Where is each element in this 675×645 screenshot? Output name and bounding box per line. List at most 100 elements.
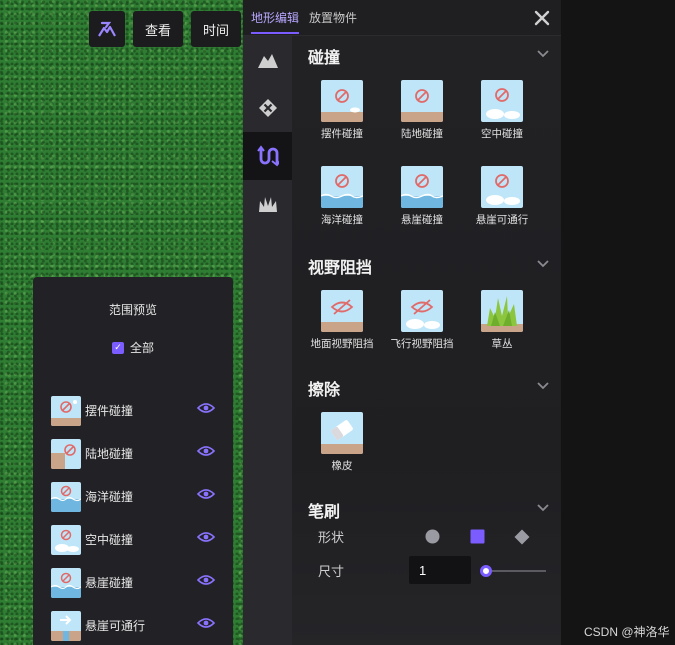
tile-label: 地面视野阻挡: [310, 338, 374, 350]
brush-size-slider-handle[interactable]: [480, 565, 492, 577]
section-title: 碰撞: [308, 50, 341, 67]
tile-label: 草丛: [491, 338, 513, 350]
chevron-down-icon[interactable]: [537, 260, 549, 268]
brush-shape-row: 形状: [292, 520, 561, 553]
tile-cliff-passable[interactable]: 悬崖可通行: [462, 162, 542, 240]
range-item-air[interactable]: 空中碰撞: [51, 518, 215, 561]
air-collision-art: [481, 80, 523, 122]
tile-label: 摆件碰撞: [321, 128, 363, 140]
grass-icon: [258, 197, 277, 212]
eye-icon[interactable]: [197, 402, 215, 414]
collision-tiles: 摆件碰撞 陆地碰撞 空中碰撞 海洋碰撞 悬崖碰撞 悬崖可通行: [292, 76, 561, 240]
air-vision-art: [401, 290, 443, 332]
watermark: CSDN @神洛华: [584, 625, 670, 639]
ocean-collision-art: [321, 166, 363, 208]
circle-shape-icon[interactable]: [425, 529, 440, 544]
tile-eraser[interactable]: 橡皮: [302, 408, 382, 486]
time-button[interactable]: 时间: [191, 11, 242, 47]
rail-terrain-height[interactable]: [243, 36, 292, 84]
eye-icon[interactable]: [197, 574, 215, 586]
chevron-down-icon[interactable]: [537, 50, 549, 58]
ocean-collision-thumb: [51, 481, 81, 512]
tile-label: 飞行视野阻挡: [390, 338, 454, 350]
select-all-checkbox[interactable]: ✓: [112, 341, 124, 354]
range-item-land[interactable]: 陆地碰撞: [51, 432, 215, 475]
tile-label: 空中碰撞: [481, 128, 523, 140]
tool-rail: [243, 36, 292, 645]
tile-ocean-collision[interactable]: 海洋碰撞: [302, 162, 382, 240]
section-title: 视野阻挡: [308, 260, 373, 277]
brush-size-row: 尺寸: [292, 554, 561, 587]
section-collision-header[interactable]: 碰撞: [292, 36, 561, 76]
view-button[interactable]: 查看: [133, 11, 184, 47]
terrain-editor-panel: 地形编辑 放置物件 碰撞 摆件碰撞 陆地碰撞 空中碰撞 海洋碰撞 悬崖碰撞 悬崖…: [243, 0, 561, 645]
mountain-icon: [257, 54, 278, 68]
vision-tiles: 地面视野阻挡 飞行视野阻挡 草丛: [292, 286, 561, 364]
prop-collision-art: [321, 80, 363, 122]
close-icon[interactable]: [533, 9, 551, 27]
select-all-label: 全部: [130, 341, 155, 355]
brush-size-input[interactable]: [409, 556, 471, 584]
eye-icon[interactable]: [197, 531, 215, 543]
select-all-toggle[interactable]: ✓ 全部: [112, 339, 154, 356]
section-title: 笔刷: [308, 504, 341, 521]
chevron-down-icon[interactable]: [537, 382, 549, 390]
section-vision-header[interactable]: 视野阻挡: [292, 246, 561, 286]
tile-prop-collision[interactable]: 摆件碰撞: [302, 76, 382, 154]
tile-label: 橡皮: [331, 460, 353, 472]
brush-size-label: 尺寸: [318, 564, 345, 579]
brush-size-slider-track[interactable]: [486, 570, 546, 572]
cliff-collision-art: [401, 166, 443, 208]
range-preview-panel: 范围预览 ✓ 全部 摆件碰撞 陆地碰撞 海洋碰撞 空中碰撞 悬崖碰撞 悬崖可通行: [33, 277, 233, 645]
range-item-prop[interactable]: 摆件碰撞: [51, 389, 215, 432]
range-item-cliff-pass[interactable]: 悬崖可通行: [51, 604, 215, 645]
panel-tab-bar: 地形编辑 放置物件: [243, 0, 561, 36]
rail-block[interactable]: [243, 84, 292, 132]
brush-shape-label: 形状: [318, 530, 345, 545]
tab-place-objects[interactable]: 放置物件: [309, 0, 357, 36]
range-preview-title: 范围预览: [108, 303, 157, 317]
eraser-art: [321, 412, 363, 454]
tile-ground-vision-block[interactable]: 地面视野阻挡: [302, 286, 382, 364]
tool-content: 碰撞 摆件碰撞 陆地碰撞 空中碰撞 海洋碰撞 悬崖碰撞 悬崖可通行 视野阻挡 地…: [292, 36, 561, 645]
range-preview-list: 摆件碰撞 陆地碰撞 海洋碰撞 空中碰撞 悬崖碰撞 悬崖可通行: [51, 389, 215, 645]
range-item-label: 摆件碰撞: [85, 404, 134, 418]
cliff-pass-thumb: [51, 610, 81, 641]
collision-path-icon: [256, 145, 279, 167]
map-viewport[interactable]: 查看 时间 范围预览 ✓ 全部 摆件碰撞 陆地碰撞 海洋碰撞 空中碰撞 悬崖碰撞…: [0, 0, 243, 645]
block-icon: [258, 99, 277, 117]
tile-air-vision-block[interactable]: 飞行视野阻挡: [382, 286, 462, 364]
section-erase-header[interactable]: 擦除: [292, 368, 561, 408]
square-shape-icon[interactable]: [470, 529, 485, 544]
range-item-label: 悬崖可通行: [85, 619, 146, 633]
air-collision-thumb: [51, 524, 81, 555]
land-collision-thumb: [51, 438, 81, 469]
tile-cliff-collision[interactable]: 悬崖碰撞: [382, 162, 462, 240]
tile-label: 悬崖可通行: [475, 214, 529, 226]
range-item-cliff[interactable]: 悬崖碰撞: [51, 561, 215, 604]
eye-icon[interactable]: [197, 617, 215, 629]
tile-air-collision[interactable]: 空中碰撞: [462, 76, 542, 154]
cliff-pass-art: [481, 166, 523, 208]
range-item-label: 空中碰撞: [85, 533, 134, 547]
eye-icon[interactable]: [197, 488, 215, 500]
range-item-label: 海洋碰撞: [85, 490, 134, 504]
erase-tiles: 橡皮: [292, 408, 561, 486]
eye-icon[interactable]: [197, 445, 215, 457]
tab-terrain-edit[interactable]: 地形编辑: [251, 0, 300, 36]
range-item-label: 悬崖碰撞: [85, 576, 134, 590]
chevron-down-icon[interactable]: [537, 504, 549, 512]
cliff-collision-thumb: [51, 567, 81, 598]
range-item-ocean[interactable]: 海洋碰撞: [51, 475, 215, 518]
tile-label: 海洋碰撞: [321, 214, 363, 226]
prop-collision-thumb: [51, 395, 81, 426]
tile-bush[interactable]: 草丛: [462, 286, 542, 364]
terrain-edit-icon: [98, 21, 116, 37]
tile-label: 悬崖碰撞: [401, 214, 443, 226]
rail-vegetation[interactable]: [243, 180, 292, 228]
terrain-edit-button[interactable]: [89, 11, 125, 47]
diamond-shape-icon[interactable]: [514, 529, 530, 545]
bush-art: [481, 290, 523, 332]
tile-land-collision[interactable]: 陆地碰撞: [382, 76, 462, 154]
rail-collision[interactable]: [243, 132, 292, 180]
